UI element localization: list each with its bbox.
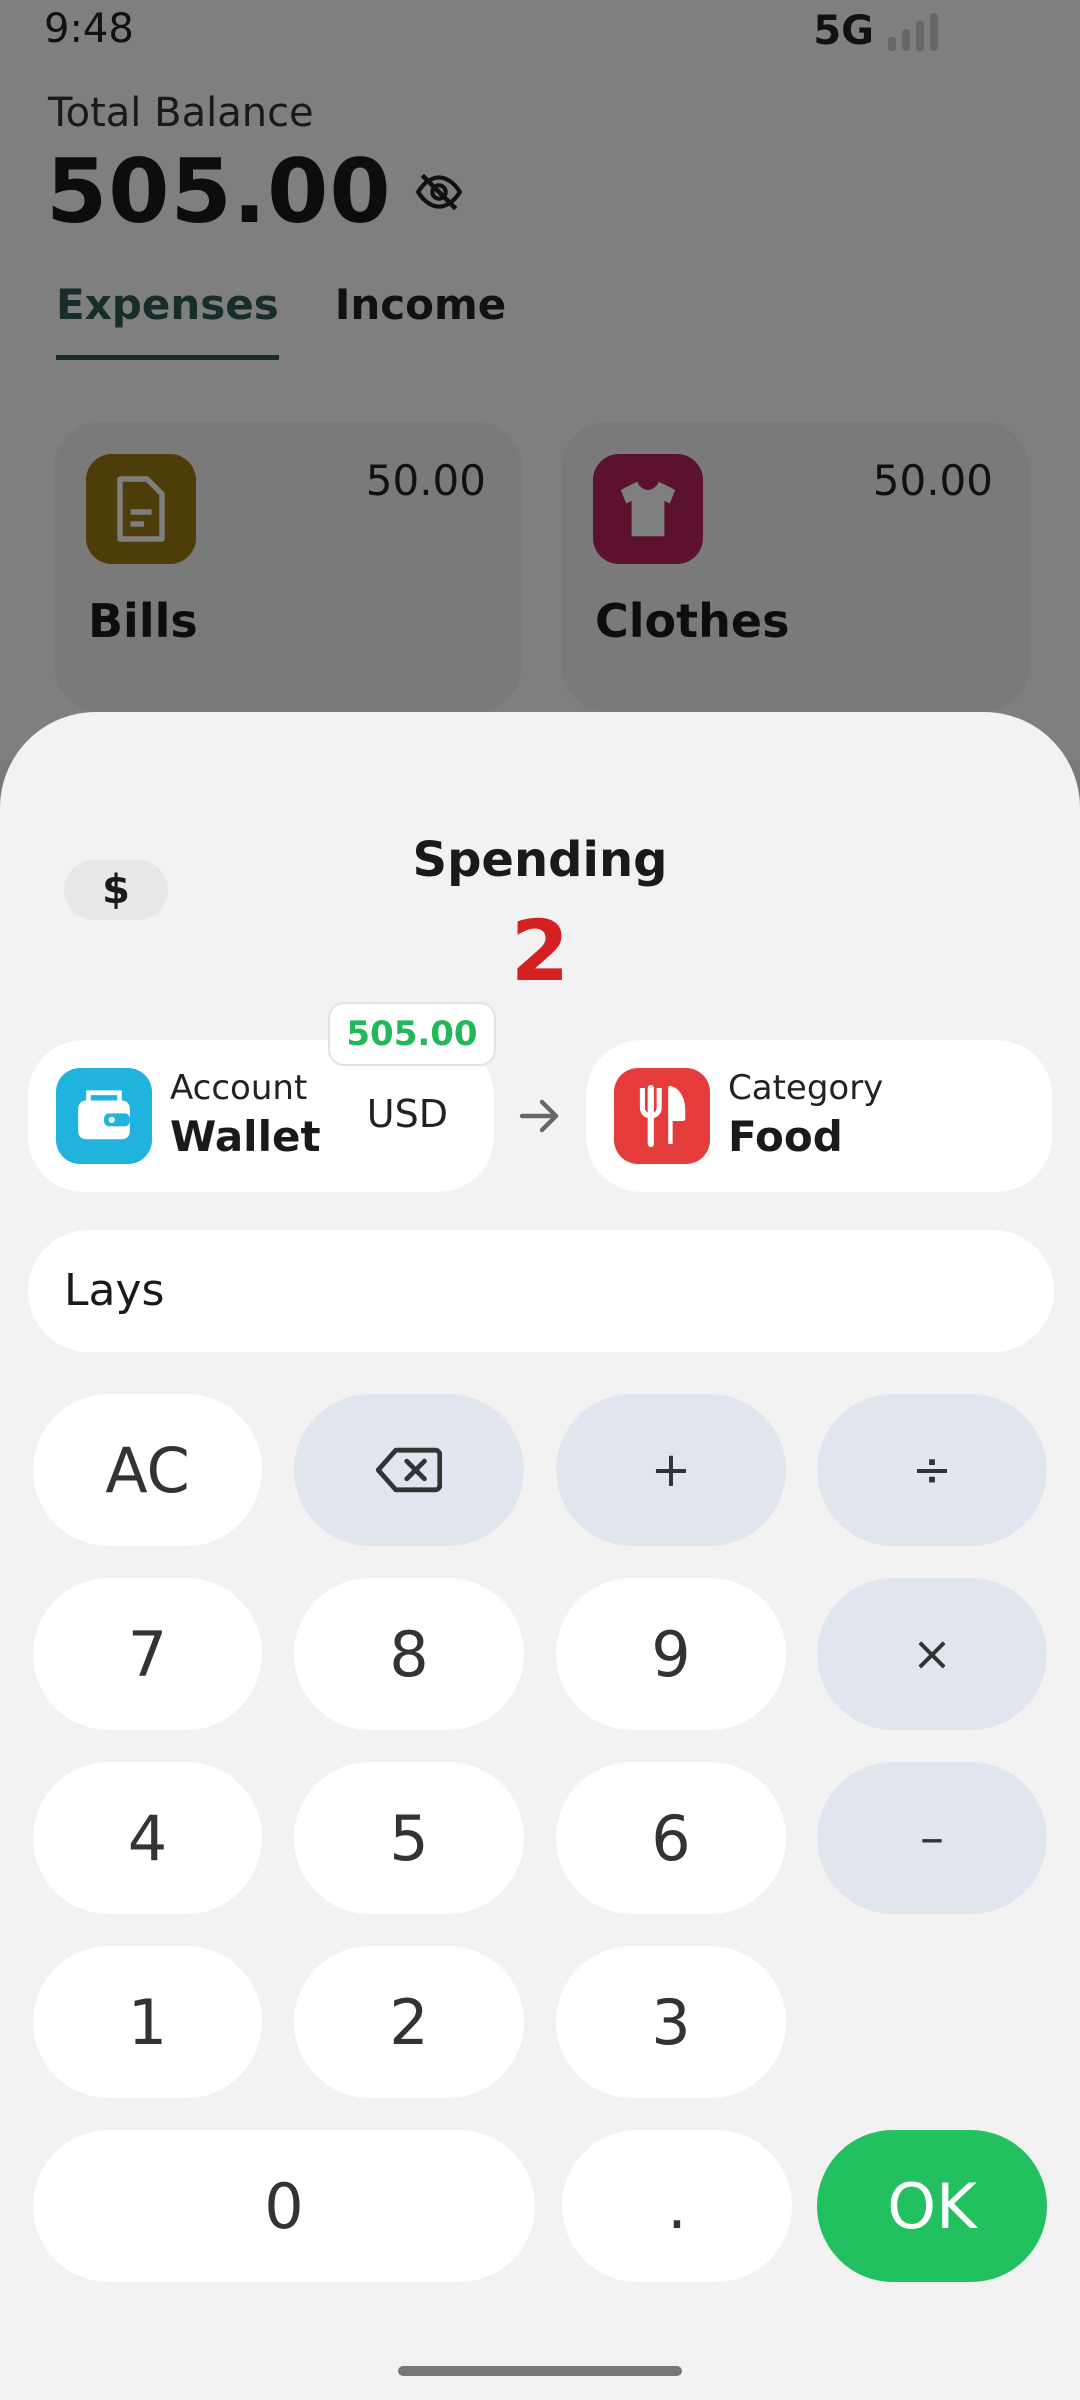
arrow-right-icon [519,1099,559,1133]
key-4[interactable]: 4 [33,1762,262,1914]
key-decimal[interactable]: . [562,2130,792,2282]
category-label: Category [728,1068,884,1108]
key-plus[interactable]: + [556,1394,786,1546]
backspace-icon [376,1447,442,1493]
account-name: Wallet [170,1112,321,1161]
account-currency: USD [366,1092,448,1136]
fork-knife-icon [614,1068,710,1164]
key-8[interactable]: 8 [294,1578,524,1730]
key-0[interactable]: 0 [33,2130,535,2282]
wallet-icon [56,1068,152,1164]
key-clear[interactable]: AC [33,1394,262,1546]
key-2[interactable]: 2 [294,1946,524,2098]
key-backspace[interactable] [294,1394,524,1546]
add-transaction-sheet: $ Spending 2 Account Wallet USD 505.00 C… [0,712,1080,2400]
category-name: Food [728,1112,843,1161]
account-label: Account [170,1068,308,1108]
key-1[interactable]: 1 [33,1946,262,2098]
key-7[interactable]: 7 [33,1578,262,1730]
key-minus[interactable]: – [817,1762,1047,1914]
key-multiply[interactable]: × [817,1578,1047,1730]
key-6[interactable]: 6 [556,1762,786,1914]
account-balance-badge: 505.00 [328,1002,496,1066]
key-divide[interactable]: ÷ [817,1394,1047,1546]
ok-button[interactable]: OK [817,2130,1047,2282]
home-indicator[interactable] [398,2366,682,2376]
sheet-title: Spending [412,832,668,888]
key-3[interactable]: 3 [556,1946,786,2098]
amount-display: 2 [510,902,570,1000]
key-5[interactable]: 5 [294,1762,524,1914]
note-input[interactable] [28,1230,1054,1352]
key-9[interactable]: 9 [556,1578,786,1730]
category-selector[interactable]: Category Food [586,1040,1052,1192]
